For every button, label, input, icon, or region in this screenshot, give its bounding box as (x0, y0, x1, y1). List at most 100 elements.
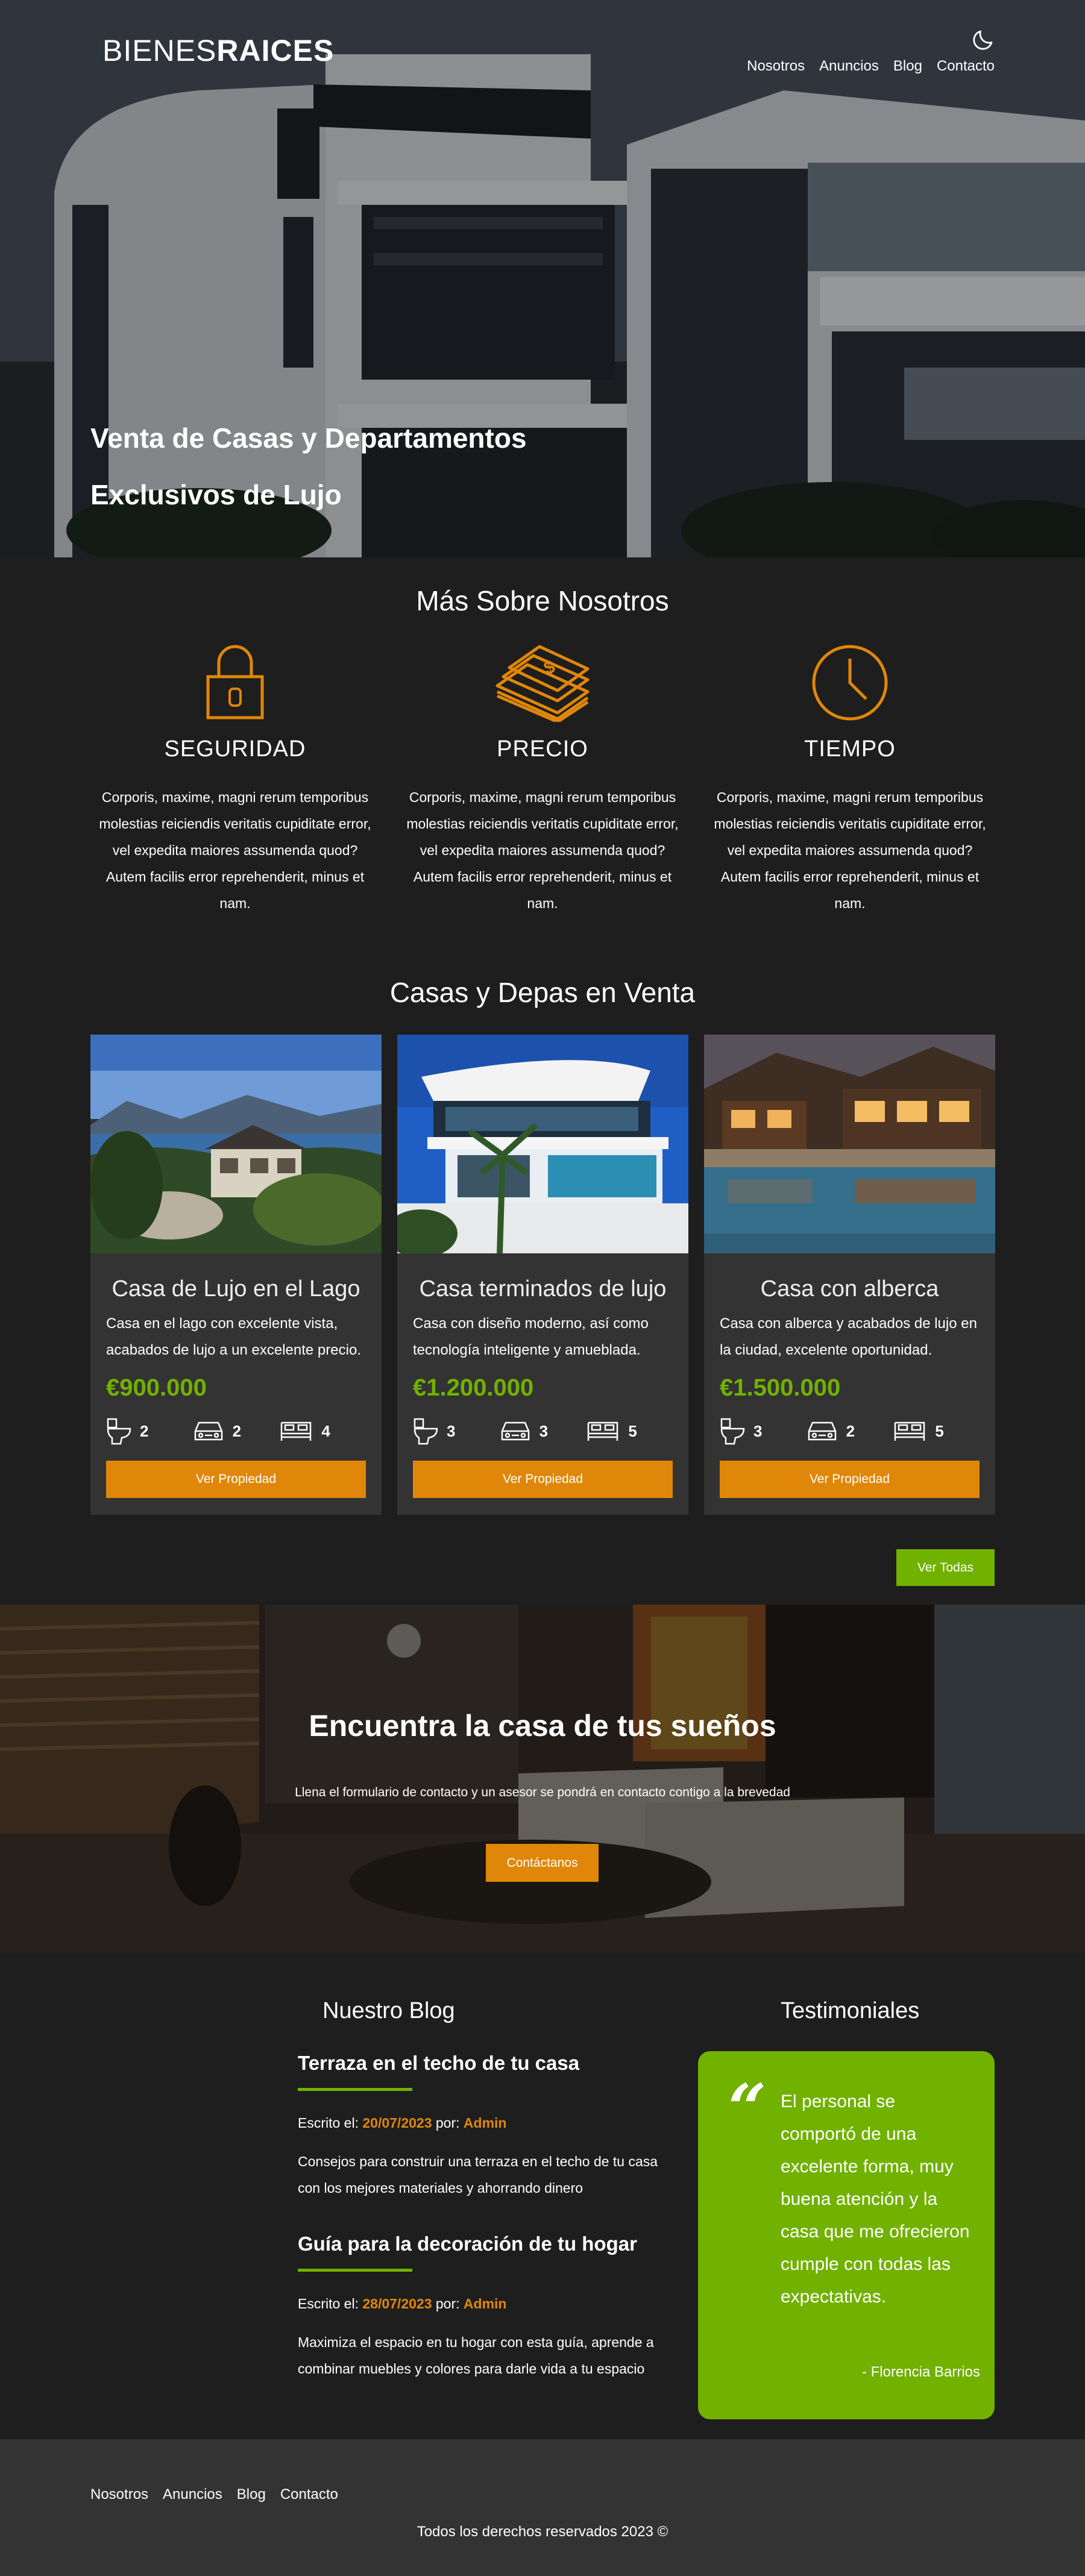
feature-precio: $ PRECIO Corporis, maxime, magni rerum t… (395, 644, 690, 917)
feature-seguridad: SEGURIDAD Corporis, maxime, magni rerum … (87, 644, 383, 917)
property-description: Casa con alberca y acabados de lujo en l… (720, 1315, 977, 1358)
testimonial-text: El personal se comportó de una excelente… (781, 2092, 970, 2307)
site-footer: Nosotros Anuncios Blog Contacto Todos lo… (0, 2439, 1085, 2576)
property-price: €1.200.000 (413, 1374, 534, 1401)
feature-tiempo: TIEMPO Corporis, maxime, magni rerum tem… (702, 644, 998, 917)
copyright-text: Todos los derechos reservados 2023 © (417, 2524, 668, 2540)
property-description: Casa en el lago con excelente vista, aca… (106, 1315, 361, 1358)
nav-link-anuncios[interactable]: Anuncios (819, 58, 879, 75)
car-icon (194, 1421, 222, 1441)
parking-count: 2 (232, 1421, 242, 1440)
property-photo-pool-house (704, 1035, 995, 1253)
property-photo-modern-house (397, 1035, 688, 1253)
view-property-button[interactable]: Ver Propiedad (413, 1461, 673, 1498)
blog-entry-text: Maximiza el espacio en tu hogar con esta… (298, 2334, 654, 2377)
car-icon (808, 1421, 836, 1441)
meta-prefix: Escrito el: (298, 2115, 363, 2131)
view-property-button[interactable]: Ver Propiedad (720, 1461, 980, 1498)
footer-link-blog[interactable]: Blog (237, 2486, 266, 2503)
property-price: €1.500.000 (720, 1374, 841, 1401)
parking-count: 3 (539, 1421, 549, 1440)
property-photo-lake-house (90, 1035, 382, 1253)
meta-author: Admin (463, 2296, 507, 2311)
property-title: Casa de Lujo en el Lago (112, 1276, 360, 1302)
property-card: Casa terminados de lujo Casa con diseño … (397, 1035, 688, 1515)
meta-by: por: (432, 2296, 464, 2311)
title-underline (298, 2269, 412, 2272)
nav-link-blog[interactable]: Blog (893, 58, 922, 75)
feature-text: Corporis, maxime, magni rerum temporibus… (714, 789, 986, 911)
about-section-title: Más Sobre Nosotros (416, 585, 669, 616)
meta-by: por: (432, 2115, 464, 2131)
main-navigation: Nosotros Anuncios Blog Contacto (747, 58, 995, 75)
bed-icon (588, 1421, 618, 1441)
svg-text:$: $ (541, 657, 558, 679)
property-features: 2 2 4 (90, 1417, 382, 1445)
title-underline (298, 2088, 412, 2091)
toilet-icon (720, 1418, 745, 1445)
meta-date: 28/07/2023 (362, 2296, 432, 2311)
banner-text: Llena el formulario de contacto y un ase… (295, 1785, 790, 1799)
money-icon: $ (495, 645, 590, 722)
bed-icon (895, 1421, 925, 1441)
footer-link-anuncios[interactable]: Anuncios (163, 2486, 222, 2503)
blog-entry: Terraza en el techo de tu casa Escrito e… (298, 2052, 684, 2201)
page: BIENESRAICES Nosotros Anuncios Blog Cont… (0, 0, 1085, 2576)
meta-author: Admin (463, 2115, 507, 2131)
view-property-button[interactable]: Ver Propiedad (106, 1461, 366, 1498)
contact-banner: Encuentra la casa de tus sueños Llena el… (0, 1605, 1085, 1953)
bedroom-count: 4 (321, 1421, 330, 1440)
see-all-button[interactable]: Ver Todas (896, 1549, 995, 1586)
property-title: Casa con alberca (760, 1276, 939, 1302)
bedroom-count: 5 (628, 1421, 637, 1440)
site-logo[interactable]: BIENESRAICES (102, 33, 334, 68)
blog-entry-text: Consejos para construir una terraza en e… (298, 2154, 658, 2196)
property-features: 3 3 5 (397, 1417, 688, 1445)
property-card: Casa con alberca Casa con alberca y acab… (704, 1035, 995, 1515)
wc-count: 2 (140, 1421, 149, 1440)
footer-link-contacto[interactable]: Contacto (280, 2486, 338, 2503)
property-card: Casa de Lujo en el Lago Casa en el lago … (90, 1035, 382, 1515)
meta-prefix: Escrito el: (298, 2296, 363, 2311)
dark-mode-moon-icon[interactable] (970, 27, 996, 52)
blog-entry-meta: Escrito el: 28/07/2023 por: Admin (298, 2296, 684, 2312)
nav-link-contacto[interactable]: Contacto (937, 58, 995, 75)
blog-section-title: Nuestro Blog (322, 1998, 455, 2023)
nav-link-nosotros[interactable]: Nosotros (747, 58, 805, 75)
footer-navigation: Nosotros Anuncios Blog Contacto (90, 2486, 338, 2503)
testimonial-author: - Florencia Barrios (861, 2364, 980, 2380)
toilet-icon (414, 1418, 438, 1445)
testimonial-card: “ El personal se comportó de una excelen… (698, 2051, 995, 2419)
hero-header: BIENESRAICES Nosotros Anuncios Blog Cont… (0, 0, 1085, 557)
lock-icon (206, 645, 264, 719)
footer-link-nosotros[interactable]: Nosotros (90, 2486, 148, 2503)
bed-icon (281, 1421, 312, 1441)
quote-mark-icon: “ (728, 2069, 767, 2147)
banner-overlay (0, 1605, 1085, 1953)
listings-section-title: Casas y Depas en Venta (389, 977, 696, 1008)
parking-count: 2 (846, 1421, 855, 1440)
car-icon (501, 1421, 529, 1441)
property-price: €900.000 (106, 1374, 207, 1401)
property-description: Casa con diseño moderno, así como tecnol… (413, 1315, 649, 1358)
wc-count: 3 (447, 1421, 456, 1440)
logo-light-text: BIENES (102, 34, 217, 67)
contact-button[interactable]: Contáctanos (486, 1844, 599, 1882)
feature-text: Corporis, maxime, magni rerum temporibus… (406, 789, 679, 911)
property-title: Casa terminados de lujo (419, 1276, 667, 1302)
blog-entry: Guía para la decoración de tu hogar Escr… (298, 2233, 684, 2382)
testimonials-section-title: Testimoniales (781, 1998, 920, 2023)
blog-entry-title[interactable]: Guía para la decoración de tu hogar (298, 2233, 684, 2255)
hero-title: Venta de Casas y Departamentos Exclusivo… (90, 422, 527, 510)
blog-entry-title[interactable]: Terraza en el techo de tu casa (298, 2052, 684, 2075)
feature-title: PRECIO (497, 736, 588, 762)
feature-title: SEGURIDAD (164, 736, 306, 762)
wc-count: 3 (753, 1421, 763, 1440)
logo-bold-text: RAICES (216, 34, 335, 67)
toilet-icon (107, 1418, 131, 1445)
feature-title: TIEMPO (804, 736, 896, 762)
clock-icon (812, 645, 888, 721)
blog-entry-meta: Escrito el: 20/07/2023 por: Admin (298, 2115, 684, 2131)
meta-date: 20/07/2023 (362, 2115, 432, 2131)
bedroom-count: 5 (935, 1421, 944, 1440)
